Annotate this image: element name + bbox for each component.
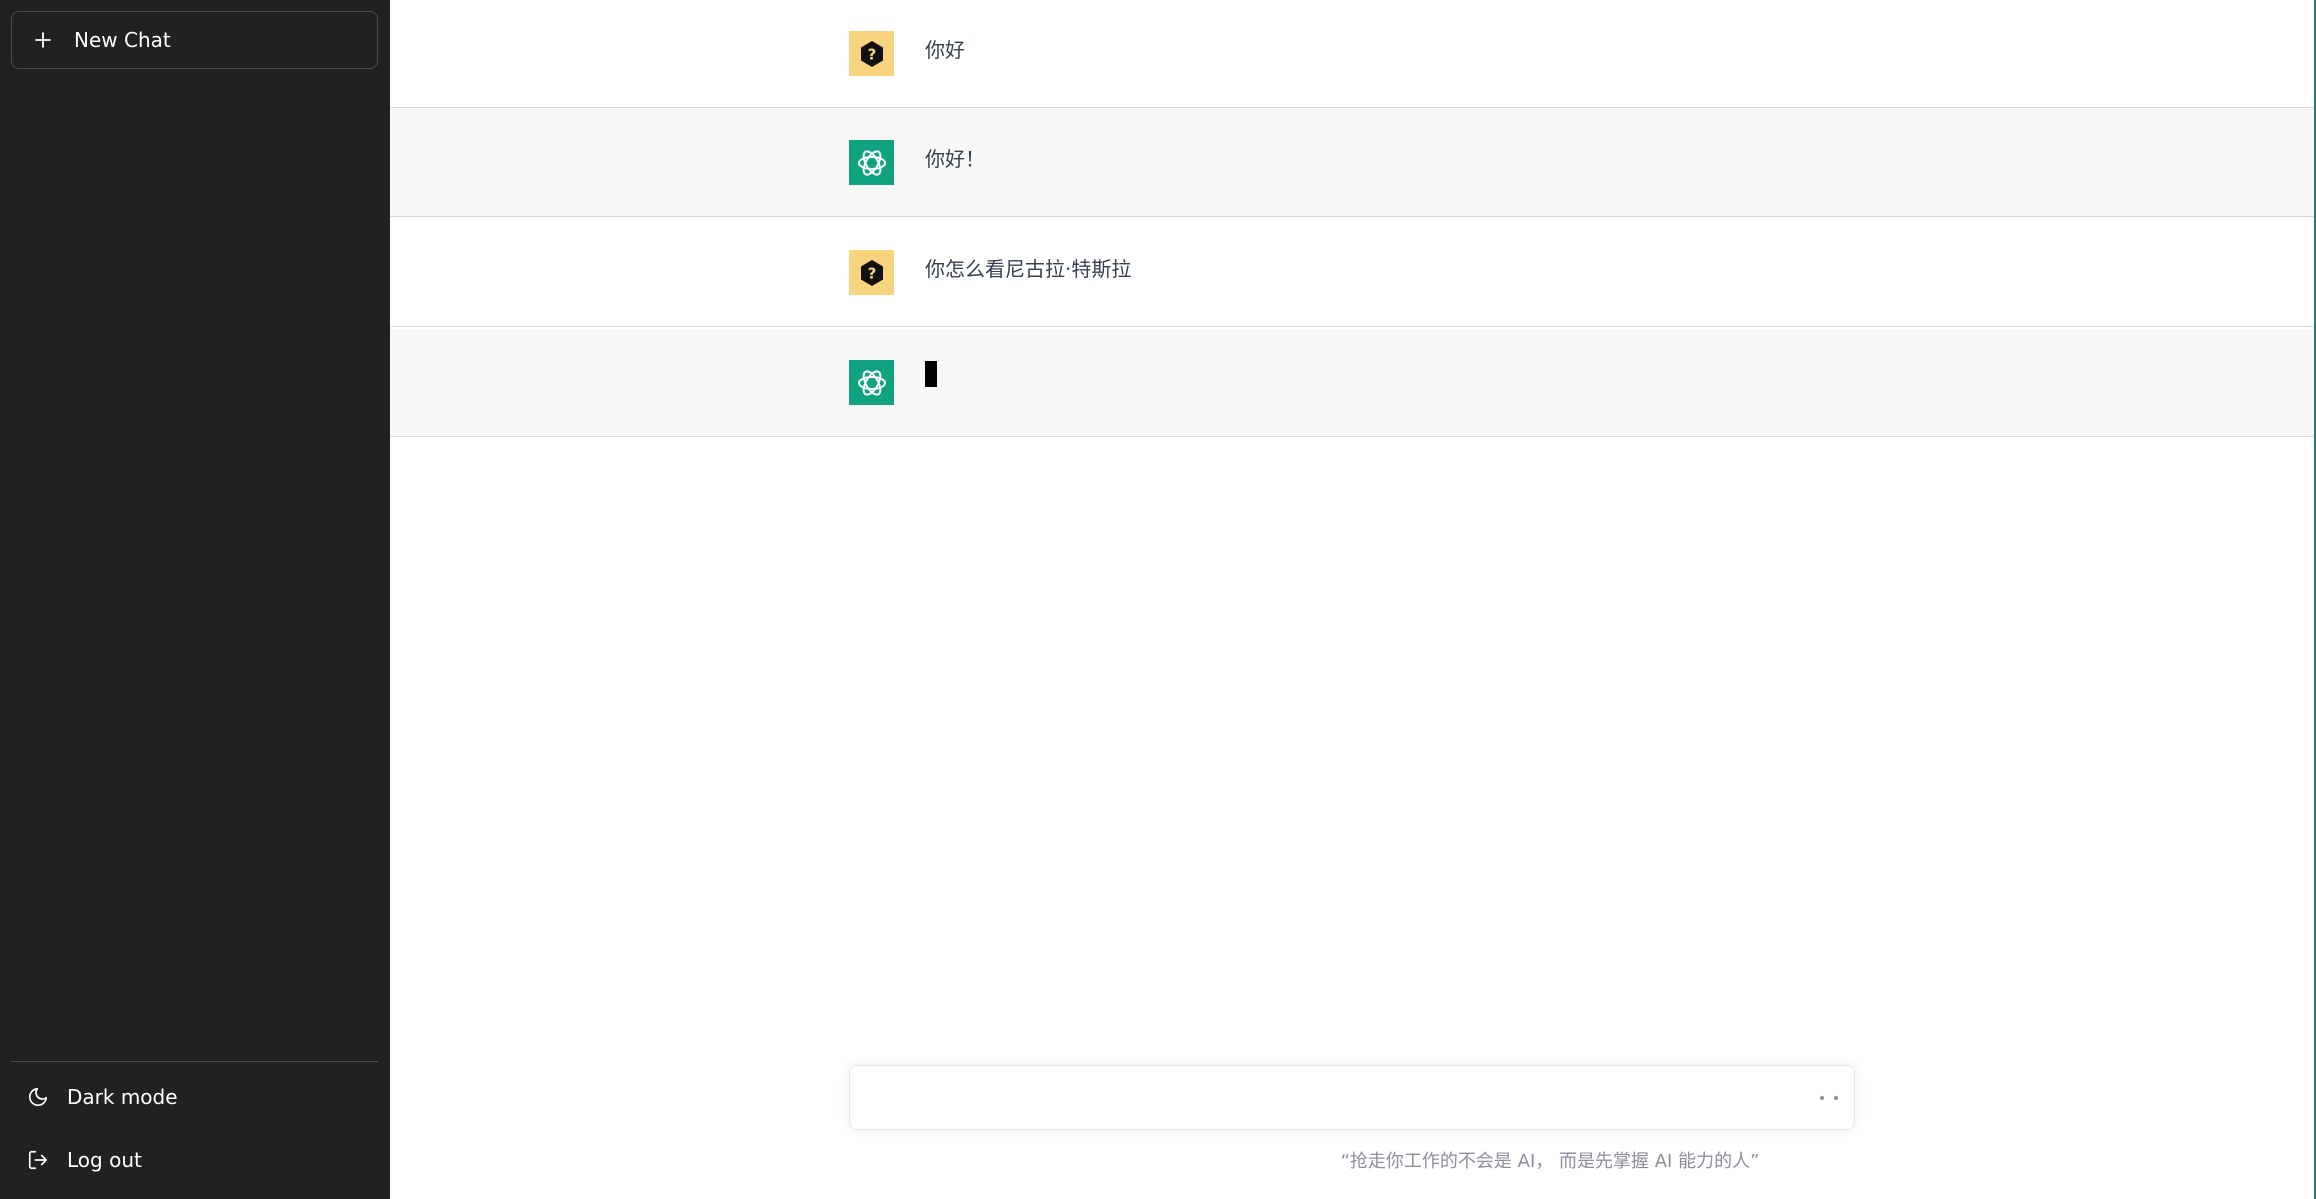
svg-text:?: ? [867,264,876,282]
user-avatar-icon: ? [849,31,894,76]
message-row-user: ? 你怎么看尼古拉·特斯拉 [390,219,2314,327]
footer-quote-text: “抢走你工作的不会是 AI， 而是先掌握 AI 能力的人” [1340,1151,1760,1172]
message-text: 你好！ [925,147,985,171]
message-row-assistant [390,329,2314,437]
chat-input[interactable] [866,1082,1790,1118]
log-out-label: Log out [67,1148,142,1172]
openai-logo-icon [849,360,894,405]
message-row-user: ? 你好 [390,0,2314,108]
plus-icon [32,29,54,51]
dark-mode-label: Dark mode [67,1085,178,1109]
message-text: 你好 [925,38,965,62]
sidebar: New Chat Dark mode Log out [0,0,390,1199]
openai-logo-icon [849,140,894,185]
user-avatar-icon: ? [849,250,894,295]
streaming-cursor [925,361,937,387]
footer-quote: “抢走你工作的不会是 AI， 而是先掌握 AI 能力的人” [390,1147,2314,1173]
message-text: 你怎么看尼古拉·特斯拉 [925,257,1132,281]
chat-main: ? 你好 你好！ ? 你怎么看尼古拉·特斯拉 “抢走你工作的不会是 AI， 而是… [390,0,2316,1199]
moon-icon [25,1084,51,1110]
svg-text:?: ? [867,45,876,63]
loading-indicator [1820,1096,1838,1100]
logout-icon [25,1147,51,1173]
chat-input-box[interactable] [849,1065,1855,1130]
new-chat-label: New Chat [74,28,171,52]
message-row-assistant: 你好！ [390,109,2314,217]
dark-mode-button[interactable]: Dark mode [11,1071,378,1123]
new-chat-button[interactable]: New Chat [11,11,378,69]
log-out-button[interactable]: Log out [11,1134,378,1186]
sidebar-divider [11,1061,378,1062]
